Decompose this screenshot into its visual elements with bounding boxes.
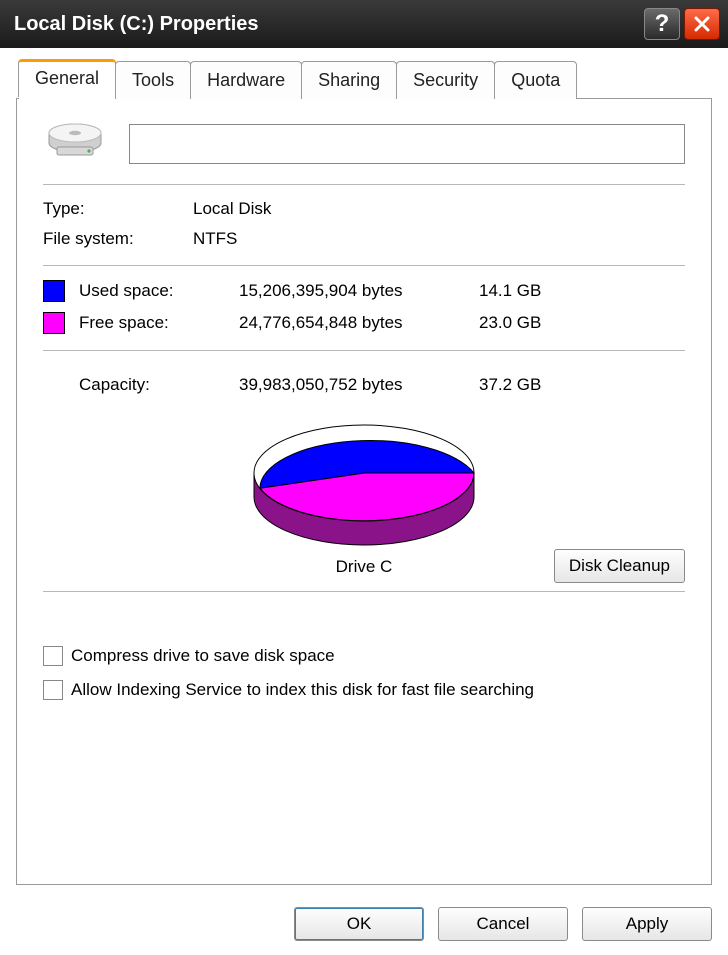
- properties-window: Local Disk (C:) Properties ? General Too…: [0, 0, 728, 955]
- used-bytes: 15,206,395,904 bytes: [239, 281, 479, 301]
- free-swatch: [43, 312, 65, 334]
- filesystem-value: NTFS: [193, 229, 237, 249]
- close-icon: [694, 16, 710, 32]
- free-human: 23.0 GB: [479, 313, 569, 333]
- disk-cleanup-button[interactable]: Disk Cleanup: [554, 549, 685, 583]
- help-button[interactable]: ?: [644, 8, 680, 40]
- type-label: Type:: [43, 199, 193, 219]
- tab-label: General: [35, 68, 99, 88]
- tab-sharing[interactable]: Sharing: [301, 61, 397, 99]
- window-title: Local Disk (C:) Properties: [14, 13, 640, 36]
- used-human: 14.1 GB: [479, 281, 569, 301]
- type-value: Local Disk: [193, 199, 271, 219]
- drive-icon: [43, 121, 107, 166]
- capacity-human: 37.2 GB: [479, 375, 569, 395]
- tab-tools[interactable]: Tools: [115, 61, 191, 99]
- separator: [43, 184, 685, 185]
- free-bytes: 24,776,654,848 bytes: [239, 313, 479, 333]
- tab-label: Quota: [511, 70, 560, 90]
- apply-button[interactable]: Apply: [582, 907, 712, 941]
- filesystem-label: File system:: [43, 229, 193, 249]
- compress-checkbox[interactable]: [43, 646, 63, 666]
- ok-button[interactable]: OK: [294, 907, 424, 941]
- volume-name-input[interactable]: [129, 124, 685, 164]
- dialog-body: General Tools Hardware Sharing Security …: [0, 48, 728, 895]
- indexing-label: Allow Indexing Service to index this dis…: [71, 680, 534, 700]
- cancel-button[interactable]: Cancel: [438, 907, 568, 941]
- separator: [43, 350, 685, 351]
- capacity-label: Capacity:: [43, 375, 239, 395]
- free-label: Free space:: [79, 313, 239, 333]
- pie-chart: [43, 411, 685, 551]
- tab-label: Security: [413, 70, 478, 90]
- tab-label: Sharing: [318, 70, 380, 90]
- tab-panel-general: Type: Local Disk File system: NTFS Used …: [16, 98, 712, 885]
- tab-quota[interactable]: Quota: [494, 61, 577, 99]
- tab-hardware[interactable]: Hardware: [190, 61, 302, 99]
- used-label: Used space:: [79, 281, 239, 301]
- separator: [43, 265, 685, 266]
- used-swatch: [43, 280, 65, 302]
- tab-label: Tools: [132, 70, 174, 90]
- indexing-checkbox[interactable]: [43, 680, 63, 700]
- capacity-bytes: 39,983,050,752 bytes: [239, 375, 479, 395]
- tab-strip: General Tools Hardware Sharing Security …: [18, 61, 712, 99]
- dialog-buttons: OK Cancel Apply: [0, 895, 728, 955]
- close-button[interactable]: [684, 8, 720, 40]
- tab-general[interactable]: General: [18, 59, 116, 97]
- separator: [43, 591, 685, 592]
- tab-security[interactable]: Security: [396, 61, 495, 99]
- compress-label: Compress drive to save disk space: [71, 646, 335, 666]
- titlebar: Local Disk (C:) Properties ?: [0, 0, 728, 48]
- tab-label: Hardware: [207, 70, 285, 90]
